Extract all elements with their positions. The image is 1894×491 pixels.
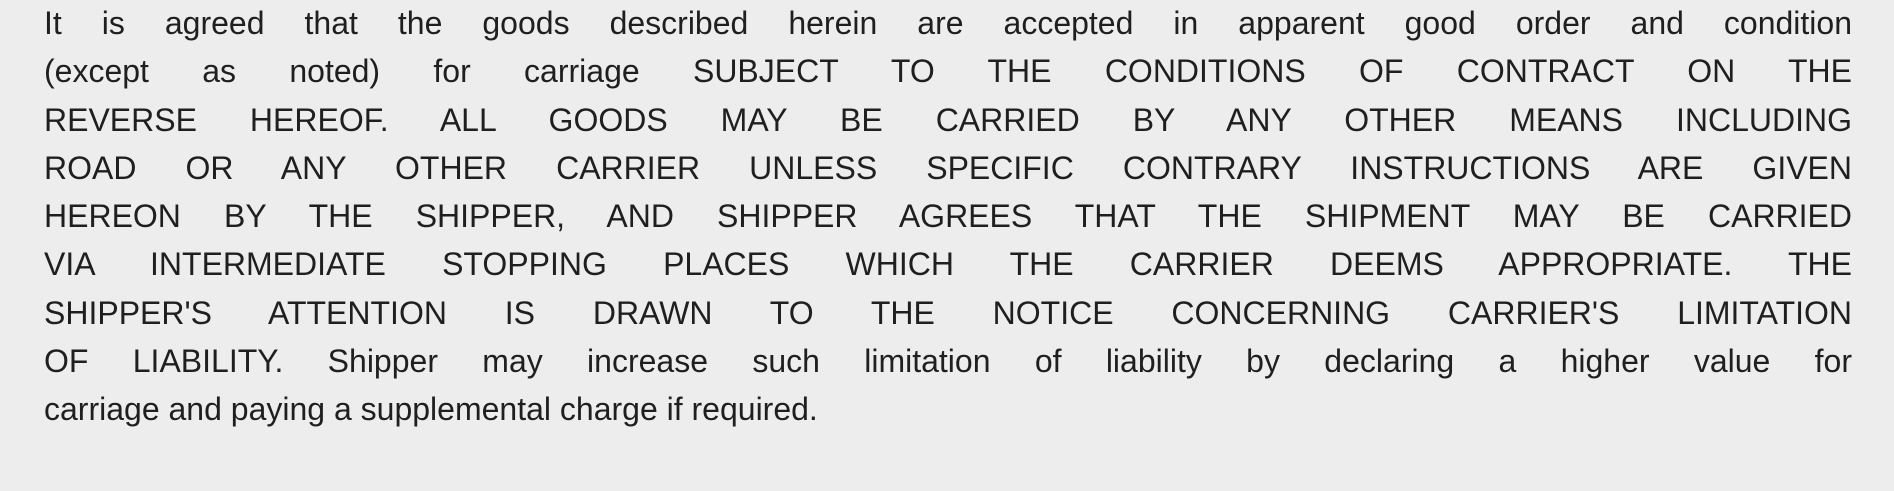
- paragraph-line: It is agreed that the goods described he…: [44, 5, 1852, 41]
- paragraph-line-last: carriage and paying a supplemental charg…: [44, 391, 818, 428]
- paragraph-line: VIA INTERMEDIATE STOPPING PLACES WHICH T…: [44, 246, 1852, 283]
- paragraph-line: ROAD OR ANY OTHER CARRIER UNLESS SPECIFI…: [44, 149, 1852, 186]
- paragraph-line: SHIPPER'S ATTENTION IS DRAWN TO THE NOTI…: [44, 294, 1852, 331]
- paragraph-line: (except as noted) for carriage SUBJECT T…: [44, 53, 1852, 90]
- conditions-of-carriage-paragraph: It is agreed that the goods described he…: [44, 0, 1864, 434]
- paragraph-line: OF LIABILITY. Shipper may increase such …: [44, 343, 1852, 380]
- paragraph-line: HEREON BY THE SHIPPER, AND SHIPPER AGREE…: [44, 198, 1852, 235]
- paragraph-line: REVERSE HEREOF. ALL GOODS MAY BE CARRIED…: [44, 101, 1852, 138]
- document-page: It is agreed that the goods described he…: [0, 0, 1894, 491]
